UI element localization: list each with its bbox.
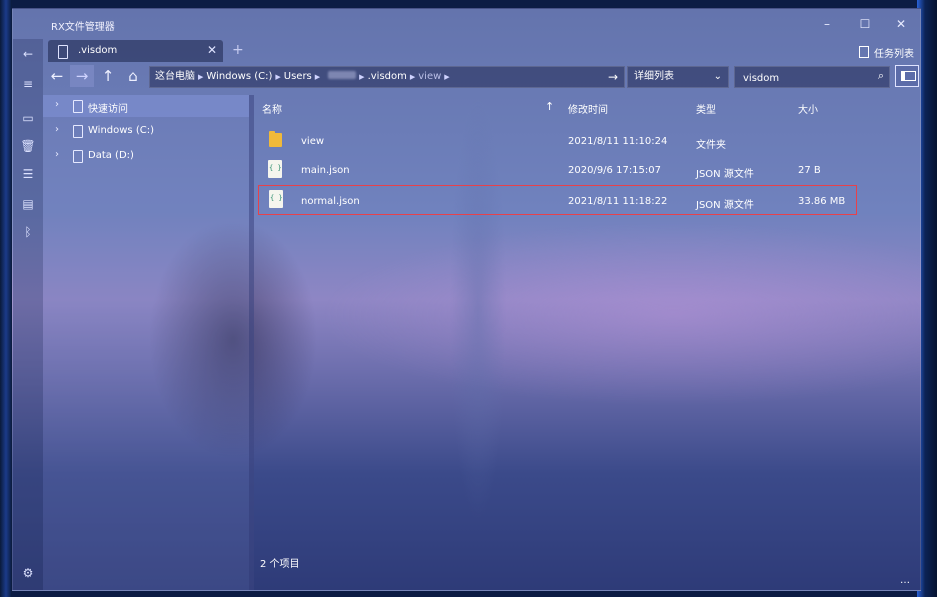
arrow-left-icon: ← [50,67,64,85]
sidebar-item-label: 快速访问 [88,104,128,115]
breadcrumb-redacted-user[interactable] [328,71,357,79]
sidebar-item-quick-access[interactable]: › 快速访问 [43,95,249,117]
file-row-view[interactable]: view 2021/8/11 11:10:24 文件夹 [258,127,857,155]
search-input[interactable] [741,69,865,87]
file-type: JSON 源文件 [696,200,754,211]
column-header-size[interactable]: 大小 [798,101,818,116]
json-file-icon [269,190,283,208]
device-icon [58,45,68,59]
chevron-right-icon[interactable]: › [55,149,59,160]
arrow-up-icon: ↑ [101,67,115,85]
chevron-down-icon: ⌄ [713,71,722,82]
recycle-bin-icon[interactable]: 🗑 [13,139,43,153]
file-row-main-json[interactable]: main.json 2020/9/6 17:15:07 JSON 源文件 27 … [258,156,857,184]
file-name: main.json [301,165,350,176]
preview-pane-toggle[interactable] [895,65,919,87]
navigation-toolbar: ← → ↑ ⌂ 这台电脑 ▶ Windows (C:) ▶ Users ▶ ▶ .visdom… [43,65,920,89]
file-modified: 2020/9/6 17:15:07 [568,165,662,176]
folder-tree: › 快速访问 › Windows (C:) › Data (D:) [43,95,249,590]
search-icon[interactable]: ⌕ [878,69,884,83]
settings-gear-icon[interactable]: ⚙ [13,566,43,580]
breadcrumb-separator-icon[interactable]: ▶ [315,73,320,81]
maximize-icon: ☐ [859,17,871,31]
column-header-modified[interactable]: 修改时间 [568,101,608,116]
left-rail: ← ≡ ▭ 🗑 ☰ ▤ ᛒ ⚙ [13,39,43,590]
file-row-normal-json[interactable]: normal.json 2021/8/11 11:18:22 JSON 源文件 … [258,185,857,215]
back-button[interactable]: ← [45,65,69,87]
file-list: 名称 ↑ 修改时间 类型 大小 view 2021/8/11 11:10:24 … [254,95,920,590]
address-bar[interactable]: 这台电脑 ▶ Windows (C:) ▶ Users ▶ ▶ .visdom ▶ view ▶ → [149,66,625,88]
task-list-label: 任务列表 [874,49,914,60]
new-tab-button[interactable]: + [232,42,244,58]
quick-access-icon [73,100,83,113]
window-title: RX文件管理器 [51,22,115,33]
breadcrumb-separator-icon[interactable]: ▶ [410,73,415,81]
breadcrumb-visdom[interactable]: .visdom [368,71,407,82]
breadcrumb-separator-icon[interactable]: ▶ [444,73,449,81]
sidebar-item-windows-c[interactable]: › Windows (C:) [43,120,249,142]
sidebar-item-label: Windows (C:) [88,125,154,136]
more-options-icon[interactable]: … [900,575,910,586]
file-size: 27 B [798,165,821,176]
breadcrumb-drive[interactable]: Windows (C:) [206,71,272,82]
breadcrumb-separator-icon[interactable]: ▶ [198,73,203,81]
maximize-button[interactable]: ☐ [850,14,880,34]
minimize-button[interactable]: – [812,14,842,34]
sort-ascending-icon: ↑ [545,100,555,113]
forward-button[interactable]: → [70,65,94,87]
arrow-right-icon: → [75,67,89,85]
column-header-type[interactable]: 类型 [696,101,716,116]
sidebar-item-label: Data (D:) [88,150,134,161]
json-file-icon [268,160,282,178]
search-box[interactable]: ⌕ [734,66,890,88]
file-modified: 2021/8/11 11:18:22 [568,196,668,207]
file-name: view [301,136,325,147]
task-list-button[interactable]: 任务列表 [859,45,914,60]
file-manager-window: RX文件管理器 – ☐ ✕ .visdom ✕ + 任务列表 ← ≡ ▭ 🗑 ☰… [12,8,921,591]
address-go-button[interactable]: → [608,67,618,87]
tab-visdom[interactable]: .visdom ✕ [48,40,223,62]
task-list-icon [859,46,869,58]
close-icon: ✕ [895,17,907,31]
breadcrumb-view[interactable]: view [418,71,441,82]
chevron-right-icon[interactable]: › [55,99,59,110]
tab-close-button[interactable]: ✕ [207,43,217,57]
drive-icon[interactable]: ▭ [13,111,43,125]
file-size: 33.86 MB [798,196,846,207]
close-window-button[interactable]: ✕ [886,14,916,34]
breadcrumb-separator-icon[interactable]: ▶ [275,73,280,81]
list-icon[interactable]: ☰ [13,167,43,181]
home-button[interactable]: ⌂ [121,65,145,87]
file-name: normal.json [301,196,360,207]
menu-icon[interactable]: ≡ [13,77,43,91]
breadcrumb-users[interactable]: Users [284,71,312,82]
document-icon[interactable]: ▤ [13,197,43,211]
sidebar-item-data-d[interactable]: › Data (D:) [43,145,249,167]
home-icon: ⌂ [128,67,138,85]
bluetooth-icon[interactable]: ᛒ [13,225,43,239]
drive-icon [73,150,83,163]
breadcrumb-this-pc[interactable]: 这台电脑 [155,71,195,82]
file-type: JSON 源文件 [696,169,754,180]
back-rail-icon[interactable]: ← [13,47,43,61]
minimize-icon: – [824,17,830,31]
folder-icon [269,131,282,147]
up-button[interactable]: ↑ [96,65,120,87]
status-item-count: 2 个项目 [260,559,300,570]
column-header-name[interactable]: 名称 [262,101,282,116]
tab-strip: .visdom ✕ + 任务列表 [13,39,920,63]
view-mode-select[interactable]: 详细列表 ⌄ [627,66,729,88]
title-bar: RX文件管理器 – ☐ ✕ [13,9,920,39]
file-modified: 2021/8/11 11:10:24 [568,136,668,147]
tab-label: .visdom [78,45,118,56]
breadcrumb-separator-icon[interactable]: ▶ [359,73,364,81]
chevron-right-icon[interactable]: › [55,124,59,135]
drive-icon [73,125,83,138]
file-type: 文件夹 [696,140,726,151]
view-mode-value: 详细列表 [634,71,674,82]
